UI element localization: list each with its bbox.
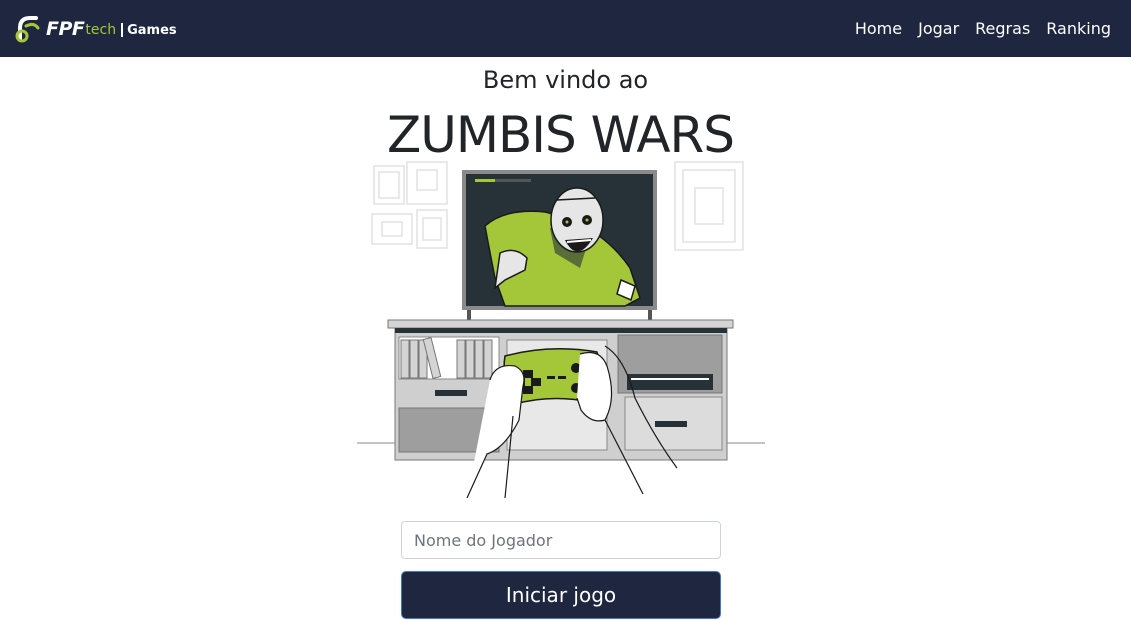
brand-tech-text: tech bbox=[85, 22, 117, 38]
nav-link-jogar[interactable]: Jogar bbox=[918, 19, 959, 38]
brand-fpf-text: FPF bbox=[46, 18, 85, 40]
welcome-text: Bem vindo ao bbox=[482, 66, 649, 94]
brand-separator bbox=[121, 23, 124, 37]
zombie-tv-gamer-illustration bbox=[357, 161, 765, 499]
fpf-logo-icon bbox=[15, 16, 40, 43]
nav-links: Home Jogar Regras Ranking bbox=[839, 0, 1111, 57]
nav-link-home[interactable]: Home bbox=[855, 19, 902, 38]
navbar: FPF tech Games Home Jogar Regras Ranking bbox=[0, 0, 1131, 57]
brand-logo[interactable]: FPF tech Games bbox=[14, 13, 177, 45]
nav-link-regras[interactable]: Regras bbox=[975, 19, 1030, 38]
brand-games-text: Games bbox=[127, 22, 177, 38]
nav-link-ranking[interactable]: Ranking bbox=[1046, 19, 1111, 38]
start-game-button[interactable]: Iniciar jogo bbox=[401, 571, 721, 619]
game-title: ZUMBIS WARS bbox=[386, 106, 735, 164]
player-name-input[interactable] bbox=[401, 521, 721, 559]
